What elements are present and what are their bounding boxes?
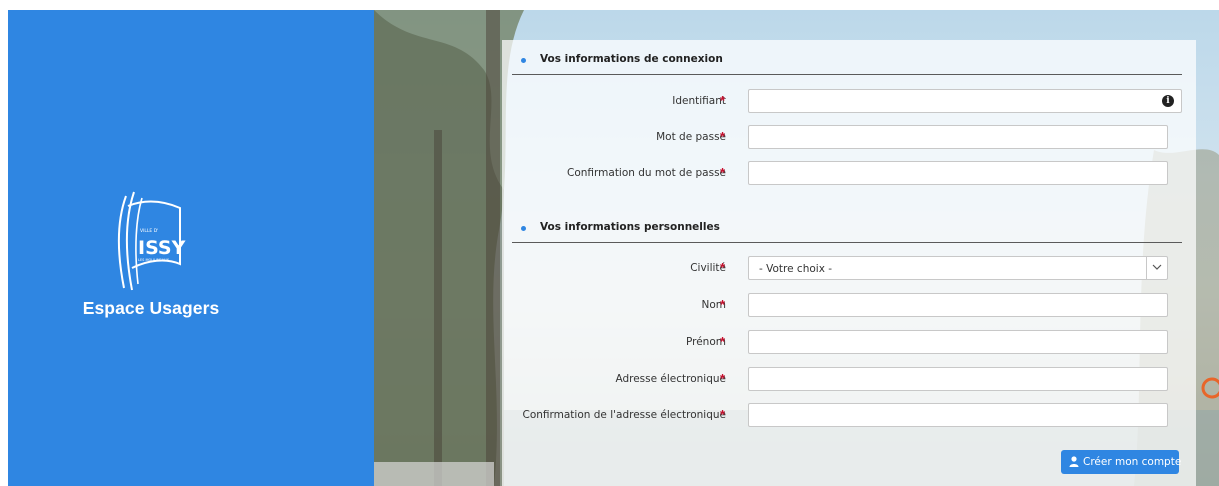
section-title: Vos informations de connexion: [540, 53, 723, 65]
svg-text:LES MOULINEAUX: LES MOULINEAUX: [138, 258, 170, 262]
prenom-row: Prénom *: [502, 330, 1196, 356]
section-login-header: Vos informations de connexion: [512, 48, 1182, 75]
create-account-label: Créer mon compte: [1083, 456, 1182, 468]
required-marker: *: [720, 371, 726, 386]
password-confirm-row: Confirmation du mot de passe *: [502, 161, 1196, 187]
required-marker: *: [720, 129, 726, 144]
email-input[interactable]: [748, 367, 1168, 391]
password-confirm-label: Confirmation du mot de passe: [567, 167, 726, 179]
nom-row: Nom *: [502, 293, 1196, 319]
chevron-down-icon[interactable]: [1146, 257, 1167, 279]
required-marker: *: [720, 297, 726, 312]
identifiant-label: Identifiant: [672, 95, 726, 107]
civility-selected-value: - Votre choix -: [759, 263, 833, 275]
bullet-icon: [521, 58, 526, 63]
civility-select[interactable]: - Votre choix -: [748, 256, 1168, 280]
password-input[interactable]: [748, 125, 1168, 149]
bullet-icon: [521, 226, 526, 231]
logo-text: ISSY: [138, 237, 186, 259]
required-marker: *: [720, 407, 726, 422]
required-marker: *: [720, 165, 726, 180]
required-marker: *: [720, 93, 726, 108]
prenom-input[interactable]: [748, 330, 1168, 354]
section-personal-header: Vos informations personnelles: [512, 216, 1182, 243]
nom-input[interactable]: [748, 293, 1168, 317]
email-label: Adresse électronique: [615, 373, 726, 385]
create-account-button[interactable]: Créer mon compte: [1061, 450, 1182, 474]
required-marker: *: [720, 260, 726, 275]
sidebar: VILLE D' ISSY LES MOULINEAUX Espace Usag…: [8, 10, 374, 486]
user-icon: [1069, 456, 1079, 467]
identifiant-row: Identifiant * i: [502, 89, 1196, 115]
info-icon[interactable]: i: [1162, 95, 1174, 107]
issy-logo-icon: VILLE D' ISSY LES MOULINEAUX: [117, 191, 186, 291]
required-marker: *: [720, 334, 726, 349]
email-confirm-input[interactable]: [748, 403, 1168, 427]
email-confirm-row: Confirmation de l'adresse électronique *: [502, 403, 1196, 429]
brand-title: Espace Usagers: [82, 298, 220, 318]
email-row: Adresse électronique *: [502, 367, 1196, 393]
civility-row: Civilité * - Votre choix -: [502, 256, 1196, 282]
password-row: Mot de passe *: [502, 125, 1196, 151]
section-title: Vos informations personnelles: [540, 221, 720, 233]
password-label: Mot de passe: [656, 131, 726, 143]
identifiant-input[interactable]: i: [748, 89, 1182, 113]
email-confirm-label: Confirmation de l'adresse électronique: [522, 409, 726, 421]
password-confirm-input[interactable]: [748, 161, 1168, 185]
svg-text:VILLE D': VILLE D': [140, 228, 158, 234]
